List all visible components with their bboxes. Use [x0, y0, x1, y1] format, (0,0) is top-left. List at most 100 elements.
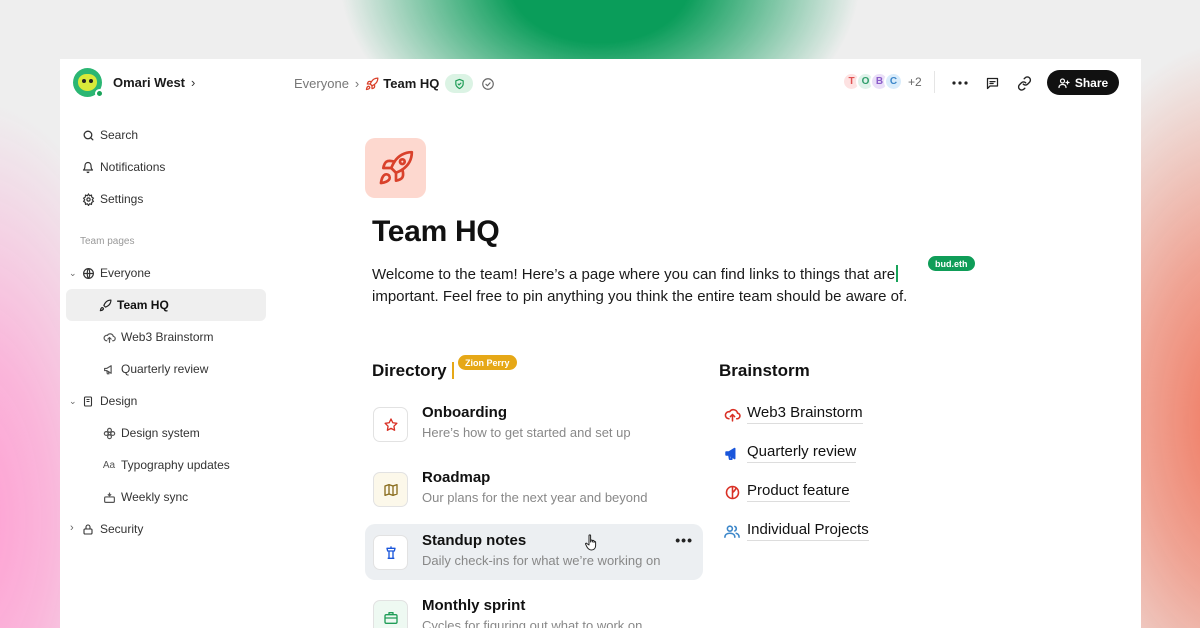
- flower-icon: [102, 426, 116, 440]
- sidebar-item-quarterly-review[interactable]: Quarterly review: [66, 353, 266, 385]
- bell-icon: [81, 160, 95, 174]
- collaborator-tag: bud.eth: [928, 256, 975, 271]
- brainstorm-item-label: Quarterly review: [747, 443, 857, 463]
- directory-item-onboarding[interactable]: Onboarding Here’s how to get started and…: [365, 396, 703, 452]
- search-icon: [81, 128, 95, 142]
- comment-icon[interactable]: [982, 73, 1002, 93]
- app-window: Omari West › Everyone › Team HQ T O B C …: [60, 59, 1141, 628]
- sidebar-item-web3-brainstorm[interactable]: Web3 Brainstorm: [66, 321, 266, 353]
- sidebar-item-label: Search: [100, 128, 139, 142]
- more-options-icon[interactable]: •••: [675, 532, 693, 548]
- page-rocket-icon[interactable]: [365, 138, 426, 198]
- directory-item-title: Roadmap: [422, 469, 491, 486]
- sidebar-item-label: Security: [100, 522, 144, 536]
- directory-item-subtitle: Here’s how to get started and set up: [422, 425, 631, 440]
- pie-icon: [723, 483, 741, 501]
- directory-item-title: Standup notes: [422, 532, 527, 549]
- directory-item-title: Onboarding: [422, 404, 507, 421]
- sidebar-item-label: Notifications: [100, 160, 166, 174]
- gear-icon: [81, 192, 95, 206]
- brainstorm-heading: Brainstorm: [719, 361, 810, 380]
- collaborator-avatar: C: [884, 72, 903, 91]
- collaborator-cursor: [452, 362, 454, 379]
- brainstorm-item-label: Web3 Brainstorm: [747, 404, 863, 424]
- brainstorm-item-web3[interactable]: Web3 Brainstorm: [723, 404, 863, 424]
- user-menu[interactable]: Omari West ›: [73, 68, 196, 98]
- breadcrumb: Everyone › Team HQ: [294, 74, 495, 93]
- avatar-face: [78, 74, 97, 91]
- directory-item-subtitle: Our plans for the next year and beyond: [422, 490, 648, 505]
- sidebar-item-team-hq[interactable]: Team HQ: [66, 289, 266, 321]
- brainstorm-item-quarterly[interactable]: Quarterly review: [723, 443, 857, 463]
- sidebar-item-everyone[interactable]: Everyone: [66, 257, 266, 289]
- sidebar-item-label: Team HQ: [117, 298, 169, 312]
- star-icon: [373, 407, 408, 442]
- page-title[interactable]: Team HQ: [372, 215, 500, 249]
- brainstorm-item-product[interactable]: Product feature: [723, 482, 850, 502]
- people-icon: [723, 522, 741, 540]
- collaborator-avatars[interactable]: T O B C +2: [842, 72, 922, 91]
- sidebar-item-label: Web3 Brainstorm: [121, 330, 214, 344]
- description-line: important. Feel free to pin anything you…: [372, 288, 908, 305]
- brainstorm-item-individual[interactable]: Individual Projects: [723, 521, 869, 541]
- page-description[interactable]: Welcome to the team! Here’s a page where…: [372, 264, 1012, 308]
- directory-item-subtitle: Cycles for figuring out what to work on: [422, 618, 643, 628]
- briefcase-icon: [373, 600, 408, 628]
- share-button[interactable]: Share: [1047, 70, 1119, 95]
- sidebar-item-notifications[interactable]: Notifications: [66, 151, 266, 183]
- sidebar-item-label: Design: [100, 394, 138, 408]
- brainstorm-item-label: Individual Projects: [747, 521, 869, 541]
- top-bar: Omari West › Everyone › Team HQ T O B C …: [60, 59, 1141, 107]
- check-circle-icon[interactable]: [481, 77, 495, 91]
- shield-check-badge[interactable]: [445, 74, 474, 93]
- sidebar-item-label: Design system: [121, 426, 200, 440]
- cloud-upload-icon: [723, 405, 741, 423]
- user-name: Omari West: [113, 75, 186, 90]
- sidebar-item-design[interactable]: Design: [66, 385, 266, 417]
- collaborator-tag: Zion Perry: [458, 355, 517, 370]
- typography-icon: Aa: [102, 459, 116, 471]
- avatar-eye-left: [82, 79, 86, 83]
- directory-item-monthly-sprint[interactable]: Monthly sprint Cycles for figuring out w…: [365, 589, 703, 628]
- sidebar-item-label: Settings: [100, 192, 144, 206]
- directory-heading: Directory: [372, 361, 447, 380]
- sidebar-item-label: Weekly sync: [121, 490, 189, 504]
- sidebar-item-search[interactable]: Search: [66, 119, 266, 151]
- directory-item-subtitle: Daily check-ins for what we’re working o…: [422, 553, 661, 568]
- sidebar-item-security[interactable]: Security: [66, 513, 266, 545]
- chevron-right-icon: ›: [191, 75, 196, 90]
- cloud-upload-icon: [102, 330, 116, 344]
- online-status-dot: [95, 89, 104, 98]
- globe-icon: [81, 266, 95, 280]
- sidebar-item-typography-updates[interactable]: Aa Typography updates: [66, 449, 266, 481]
- pointer-hand-icon: [585, 534, 599, 556]
- breadcrumb-everyone[interactable]: Everyone: [294, 76, 349, 91]
- sidebar-item-weekly-sync[interactable]: Weekly sync: [66, 481, 266, 513]
- collaborator-count: +2: [908, 74, 922, 89]
- map-icon: [373, 472, 408, 507]
- avatar: [73, 68, 104, 98]
- more-options-icon[interactable]: [950, 73, 970, 93]
- rocket-icon: [98, 298, 112, 312]
- avatar-eye-right: [89, 79, 93, 83]
- sidebar-item-design-system[interactable]: Design system: [66, 417, 266, 449]
- megaphone-icon: [102, 362, 116, 376]
- rocket-icon: [365, 77, 379, 91]
- toolbar-divider: [934, 71, 935, 93]
- collaborator-cursor: [896, 265, 899, 282]
- sidebar-item-settings[interactable]: Settings: [66, 183, 266, 215]
- directory-item-standup-notes[interactable]: Standup notes Daily check-ins for what w…: [365, 524, 703, 580]
- link-icon[interactable]: [1014, 73, 1034, 93]
- share-label: Share: [1074, 75, 1109, 90]
- add-user-icon: [1058, 77, 1070, 89]
- document-icon: [81, 394, 95, 408]
- description-line: Welcome to the team! Here’s a page where…: [372, 266, 896, 283]
- sidebar-item-label: Typography updates: [121, 458, 230, 472]
- lock-icon: [81, 522, 95, 536]
- megaphone-icon: [723, 444, 741, 462]
- breadcrumb-current[interactable]: Team HQ: [383, 76, 439, 91]
- breadcrumb-separator-icon: ›: [354, 76, 360, 91]
- directory-item-roadmap[interactable]: Roadmap Our plans for the next year and …: [365, 461, 703, 517]
- sidebar-item-label: Quarterly review: [121, 362, 209, 376]
- directory-item-title: Monthly sprint: [422, 597, 526, 614]
